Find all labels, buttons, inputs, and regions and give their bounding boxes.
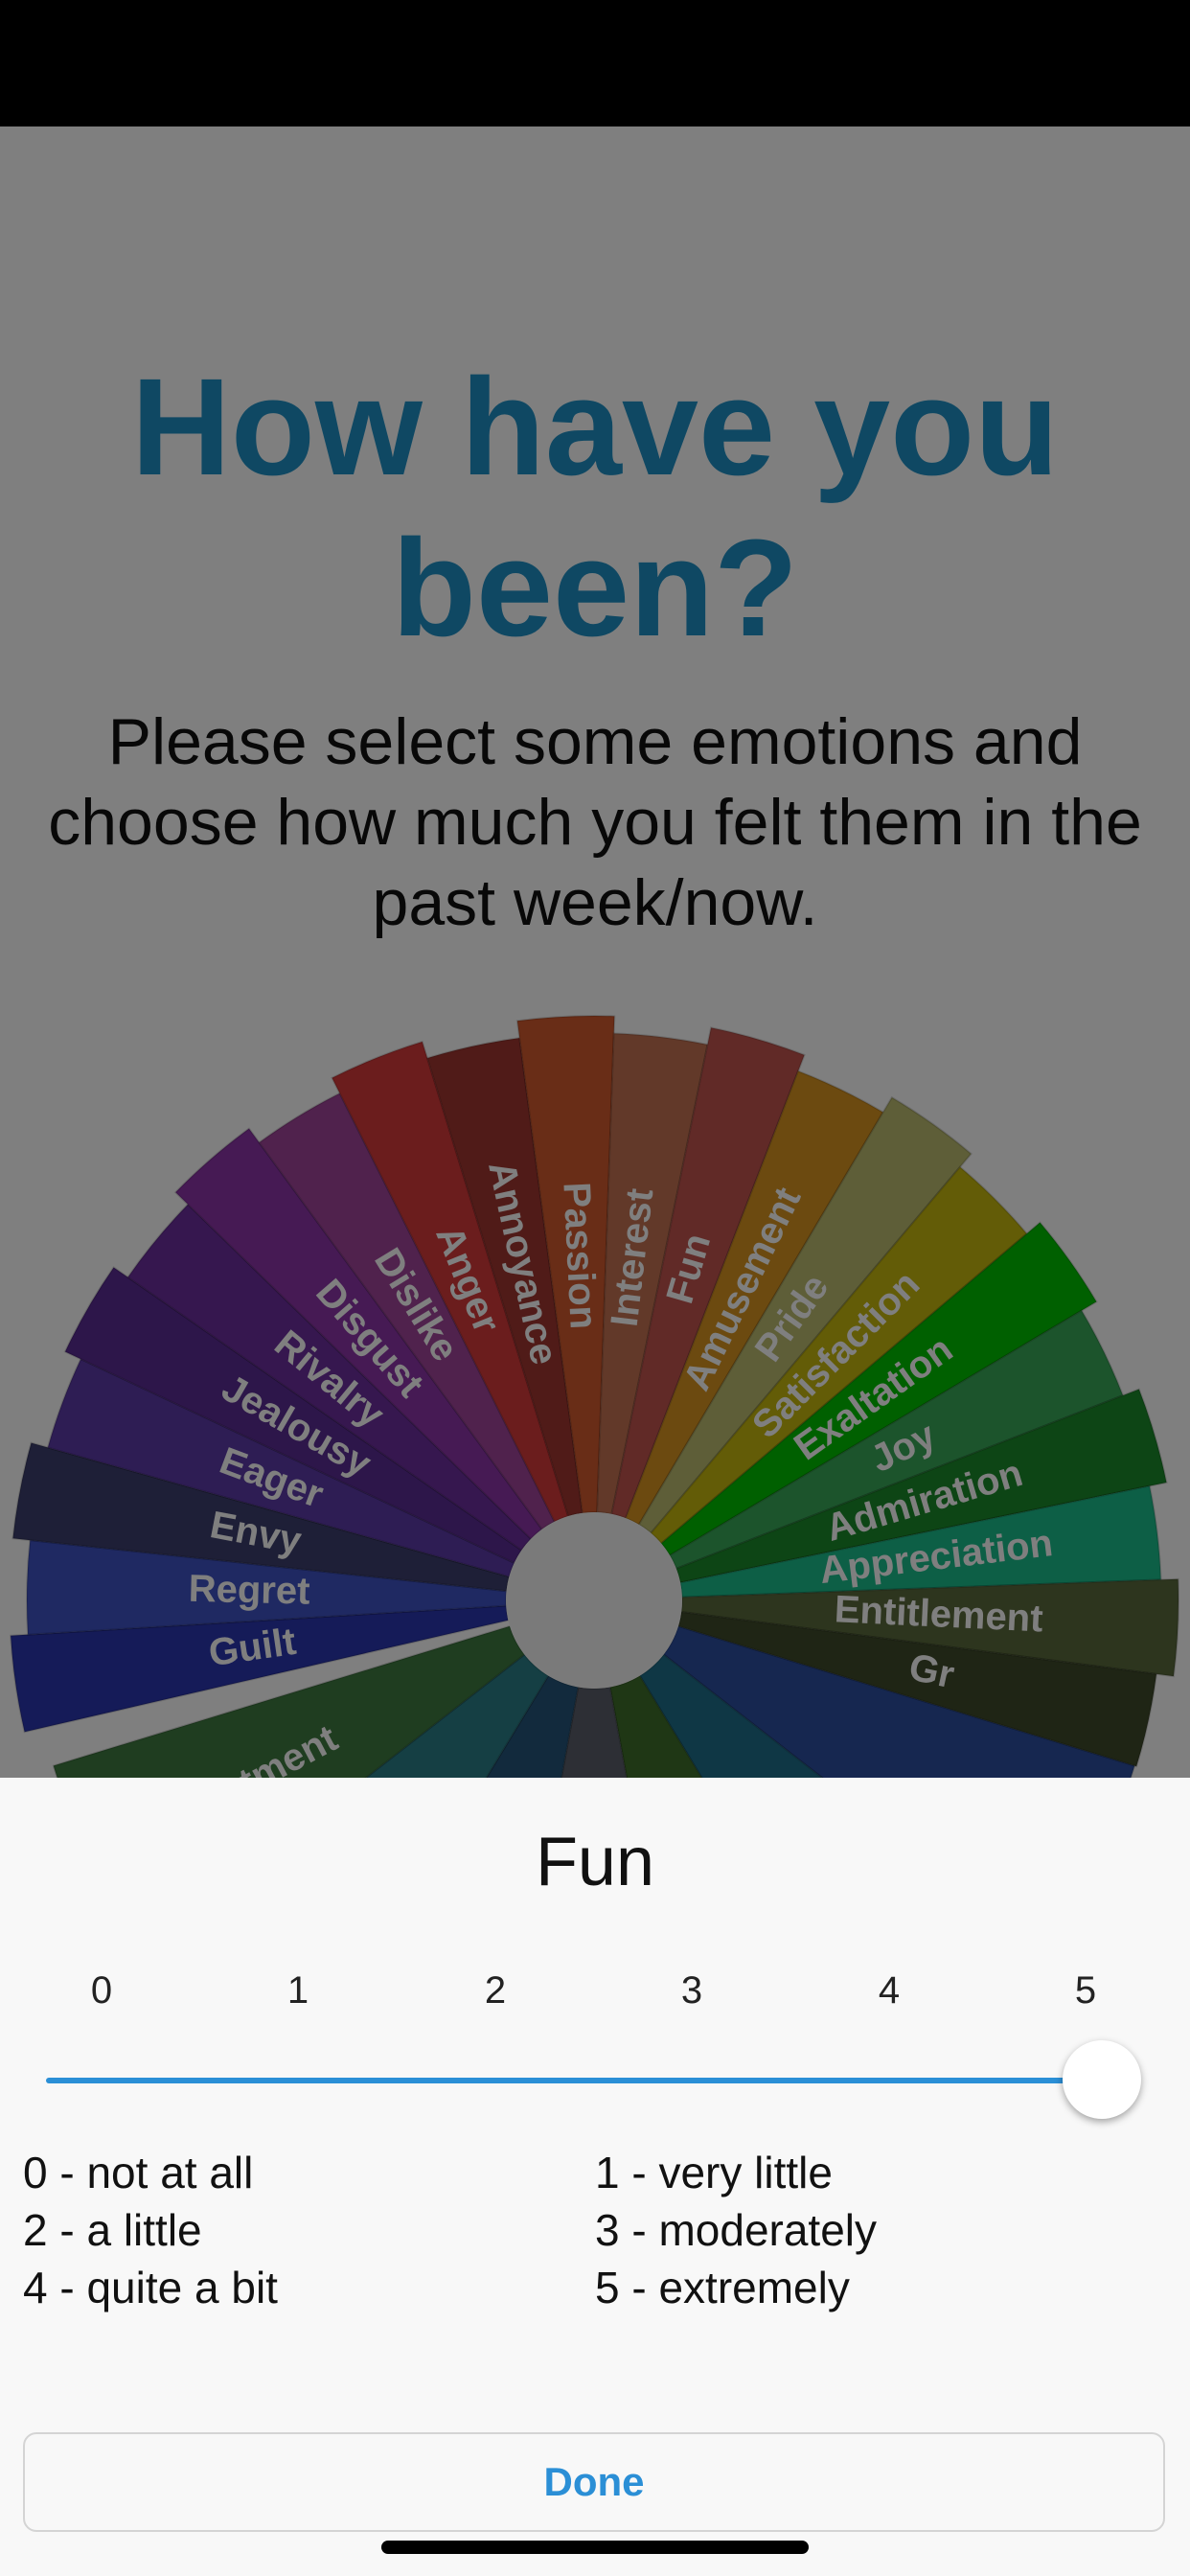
scale-tick-1: 1 — [286, 1969, 309, 2012]
done-button[interactable]: Done — [23, 2432, 1165, 2532]
status-bar — [0, 0, 1190, 126]
home-indicator — [381, 2541, 809, 2554]
scale-tick-0: 0 — [90, 1969, 113, 2012]
selected-emotion-title: Fun — [535, 1824, 655, 1900]
intensity-slider-thumb[interactable] — [1063, 2040, 1141, 2119]
scale-tick-4: 4 — [878, 1969, 901, 2012]
legend-item: 5 - extremely — [595, 2263, 850, 2312]
legend-item: 0 - not at all — [23, 2148, 254, 2197]
legend-item: 4 - quite a bit — [23, 2263, 278, 2312]
scale-tick-2: 2 — [484, 1969, 507, 2012]
legend-right: 1 - very little 3 - moderately 5 - extre… — [595, 2144, 877, 2316]
legend-left: 0 - not at all 2 - a little 4 - quite a … — [23, 2144, 278, 2316]
scale-tick-5: 5 — [1074, 1969, 1097, 2012]
intensity-sheet: Fun 0 1 2 3 4 5 0 - not at all 2 - a lit… — [0, 1778, 1190, 2576]
modal-backdrop[interactable] — [0, 126, 1190, 1778]
legend-item: 1 - very little — [595, 2148, 833, 2197]
legend-item: 3 - moderately — [595, 2205, 878, 2255]
intensity-slider-track[interactable] — [46, 2078, 1102, 2083]
scale-tick-3: 3 — [680, 1969, 703, 2012]
legend-item: 2 - a little — [23, 2205, 202, 2255]
emotion-screen: How have you been? Please select some em… — [0, 126, 1190, 1778]
